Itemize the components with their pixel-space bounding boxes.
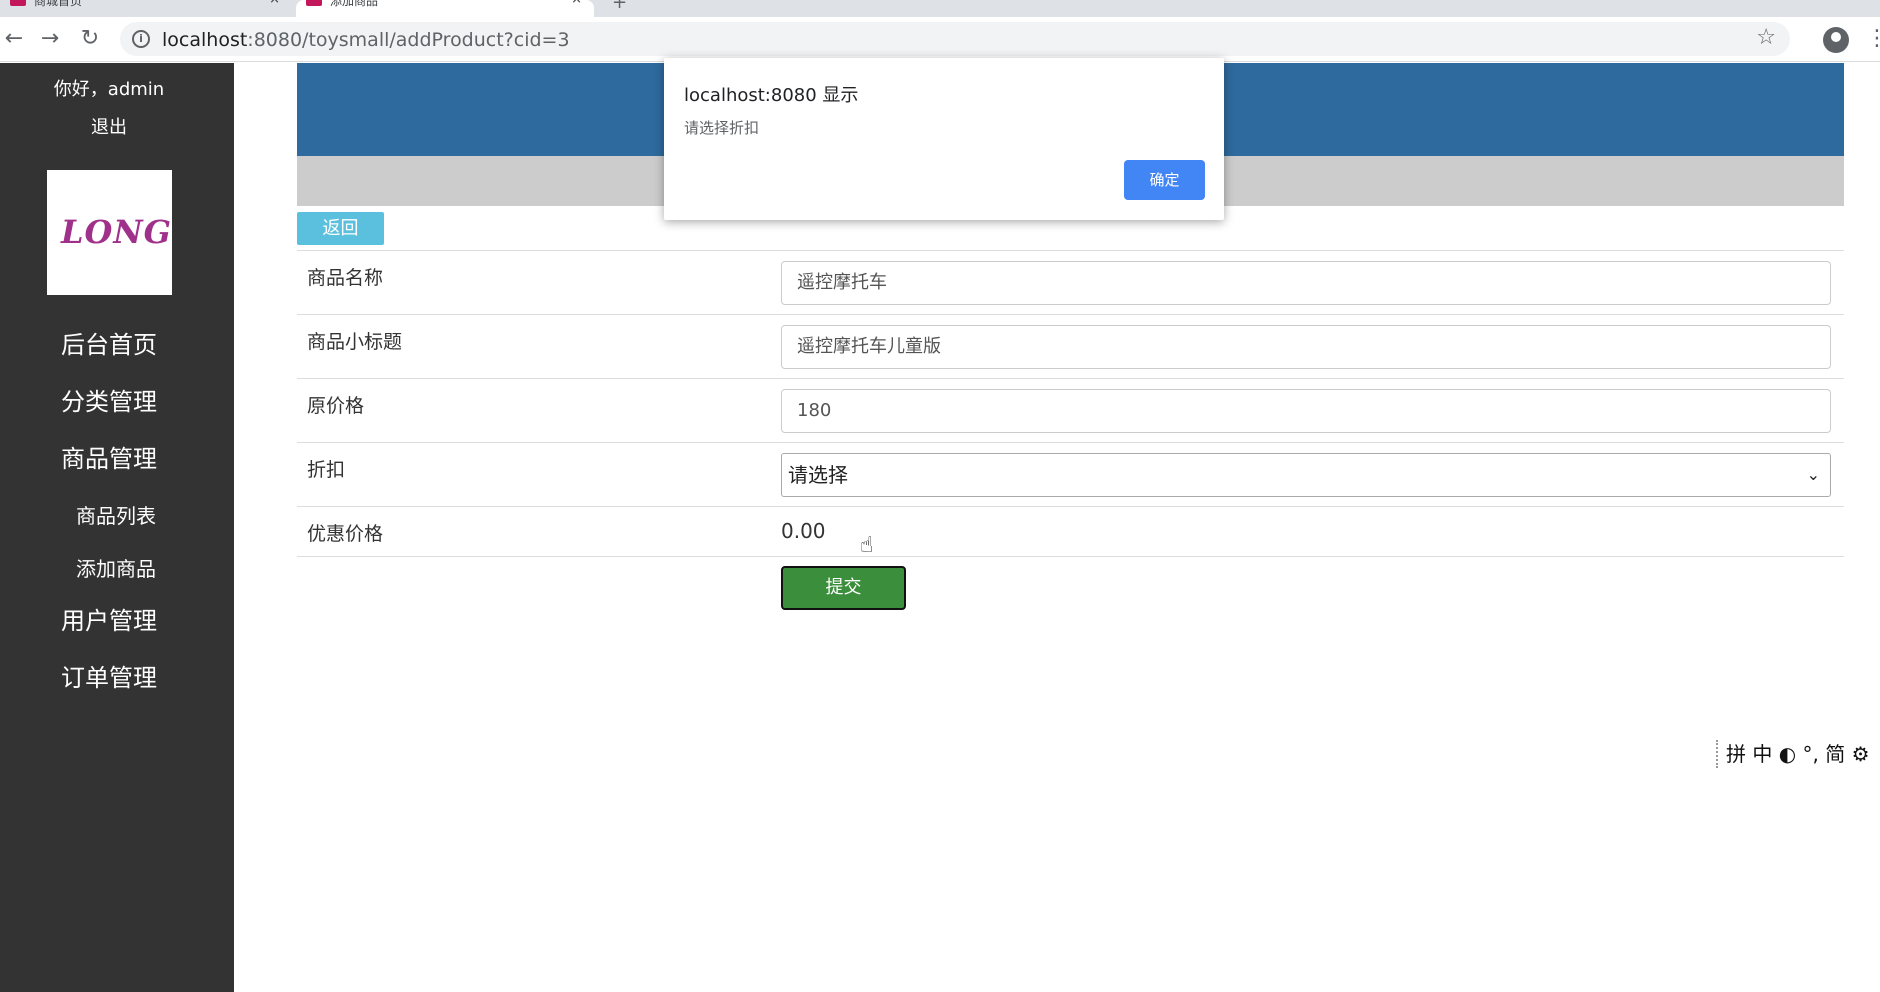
form-divider xyxy=(297,556,1844,557)
dialog-message: 请选择折扣 xyxy=(684,119,760,137)
discount-selected-value: 请选择 xyxy=(788,463,848,487)
tab-title: 商城首页 xyxy=(34,0,83,8)
close-tab-icon[interactable]: × xyxy=(269,0,280,7)
tab-strip: 商城首页 × 添加商品 × + xyxy=(0,0,1880,17)
bookmark-star-icon[interactable]: ☆ xyxy=(1756,25,1776,50)
tab-store-home[interactable]: 商城首页 × xyxy=(0,0,292,17)
submit-button[interactable]: 提交 xyxy=(781,566,906,610)
site-logo: LONG xyxy=(47,170,172,295)
logo-text: LONG xyxy=(61,213,172,251)
browser-menu-icon[interactable]: ⋮ xyxy=(1866,25,1880,53)
nav-product-list[interactable]: 商品列表 xyxy=(14,500,218,529)
nav-product-management[interactable]: 商品管理 xyxy=(0,439,218,474)
site-info-icon[interactable]: i xyxy=(132,30,150,48)
url-path: :8080/toysmall/addProduct?cid=3 xyxy=(247,29,570,51)
alert-dialog: localhost:8080 显示 请选择折扣 确定 xyxy=(664,58,1224,220)
nav-order-management[interactable]: 订单管理 xyxy=(0,658,218,693)
product-subtitle-label: 商品小标题 xyxy=(307,331,403,353)
new-tab-button[interactable]: + xyxy=(612,0,627,13)
discount-select[interactable]: 请选择 ⌄ xyxy=(781,453,1831,497)
profile-avatar-icon[interactable] xyxy=(1823,27,1849,53)
form-row-discount: 折扣 请选择 ⌄ xyxy=(297,442,1844,506)
ime-toolbar[interactable]: 拼 中 ◐ °, 简 ⚙ xyxy=(1716,740,1870,768)
dialog-title: localhost:8080 显示 xyxy=(684,85,859,106)
chevron-down-icon: ⌄ xyxy=(1806,465,1820,484)
product-name-label: 商品名称 xyxy=(307,267,384,289)
site-favicon-icon xyxy=(306,0,322,6)
form-row-product-subtitle: 商品小标题 遥控摩托车儿童版 xyxy=(297,314,1844,378)
hand-cursor-icon: ☝ xyxy=(860,533,874,558)
close-tab-icon[interactable]: × xyxy=(571,0,582,7)
product-name-input[interactable]: 遥控摩托车 xyxy=(781,261,1831,305)
original-price-input[interactable]: 180 xyxy=(781,389,1831,433)
nav-add-product[interactable]: 添加商品 xyxy=(14,553,218,582)
nav-dashboard[interactable]: 后台首页 xyxy=(0,325,218,360)
form-row-sale-price: 优惠价格 0.00 xyxy=(297,506,1844,556)
nav-user-management[interactable]: 用户管理 xyxy=(0,601,218,636)
logout-link[interactable]: 退出 xyxy=(0,113,218,139)
tab-title: 添加商品 xyxy=(330,0,379,8)
address-bar[interactable]: i localhost:8080/toysmall/addProduct?cid… xyxy=(120,22,1790,56)
reload-icon[interactable]: ↻ xyxy=(76,25,104,53)
original-price-label: 原价格 xyxy=(307,395,365,417)
url-host: localhost xyxy=(162,29,248,51)
user-greeting: 你好，admin xyxy=(53,79,165,100)
tab-add-product[interactable]: 添加商品 × xyxy=(296,0,594,17)
form-row-product-name: 商品名称 遥控摩托车 xyxy=(297,250,1844,314)
product-subtitle-input[interactable]: 遥控摩托车儿童版 xyxy=(781,325,1831,369)
sale-price-value: 0.00 xyxy=(781,519,826,543)
nav-category-management[interactable]: 分类管理 xyxy=(0,382,218,417)
dialog-ok-button[interactable]: 确定 xyxy=(1124,160,1205,200)
discount-label: 折扣 xyxy=(307,459,346,481)
forward-arrow-icon[interactable]: → xyxy=(36,25,64,53)
admin-sidebar: 你好，admin 退出 LONG 后台首页 分类管理 商品管理 商品列表 添加商… xyxy=(0,63,234,992)
site-favicon-icon xyxy=(10,0,26,6)
browser-toolbar: ← → ↻ i localhost:8080/toysmall/addProdu… xyxy=(0,17,1880,62)
back-arrow-icon[interactable]: ← xyxy=(0,25,28,53)
form-row-original-price: 原价格 180 xyxy=(297,378,1844,442)
url-text: localhost:8080/toysmall/addProduct?cid=3 xyxy=(162,29,570,51)
back-button[interactable]: 返回 xyxy=(297,212,384,245)
sale-price-label: 优惠价格 xyxy=(307,523,384,545)
